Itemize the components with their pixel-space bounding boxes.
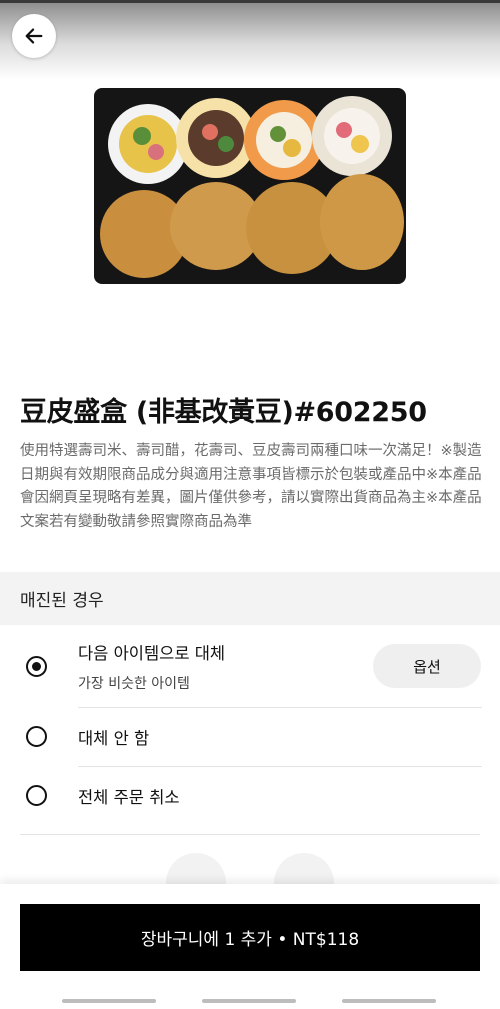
section-title: 매진된 경우 [20, 591, 104, 611]
options-button[interactable]: 옵션 [373, 644, 481, 688]
nav-indicator [202, 999, 296, 1003]
add-to-cart-label: 장바구니에 1 추가 • NT$118 [140, 930, 360, 950]
option-no-substitute[interactable]: 대체 안 함 [0, 708, 500, 766]
nav-indicator [342, 999, 436, 1003]
option-label: 다음 아이템으로 대체 [78, 644, 226, 663]
arrow-left-icon [25, 28, 43, 44]
option-label: 전체 주문 취소 [78, 788, 180, 807]
back-button[interactable] [12, 14, 56, 58]
radio-unselected-icon[interactable] [26, 785, 47, 806]
option-cancel-order[interactable]: 전체 주문 취소 [0, 767, 500, 825]
radio-unselected-icon[interactable] [26, 726, 47, 747]
header-gradient [0, 0, 500, 80]
radio-selected-icon[interactable] [26, 656, 47, 677]
nav-indicator [62, 999, 156, 1003]
status-bar-edge [0, 0, 500, 3]
product-image [92, 86, 408, 286]
option-label: 대체 안 함 [78, 729, 150, 748]
sold-out-section-header: 매진된 경우 [0, 572, 500, 625]
product-title: 豆皮盛盒 (非基改黃豆)#602250 [20, 397, 427, 428]
add-to-cart-button[interactable]: 장바구니에 1 추가 • NT$118 [20, 904, 480, 971]
divider [20, 834, 480, 835]
option-sublabel: 가장 비슷한 아이템 [78, 676, 190, 692]
product-description: 使用特選壽司米、壽司醋，花壽司、豆皮壽司兩種口味一次滿足！※製造日期與有效期限商… [20, 443, 482, 530]
